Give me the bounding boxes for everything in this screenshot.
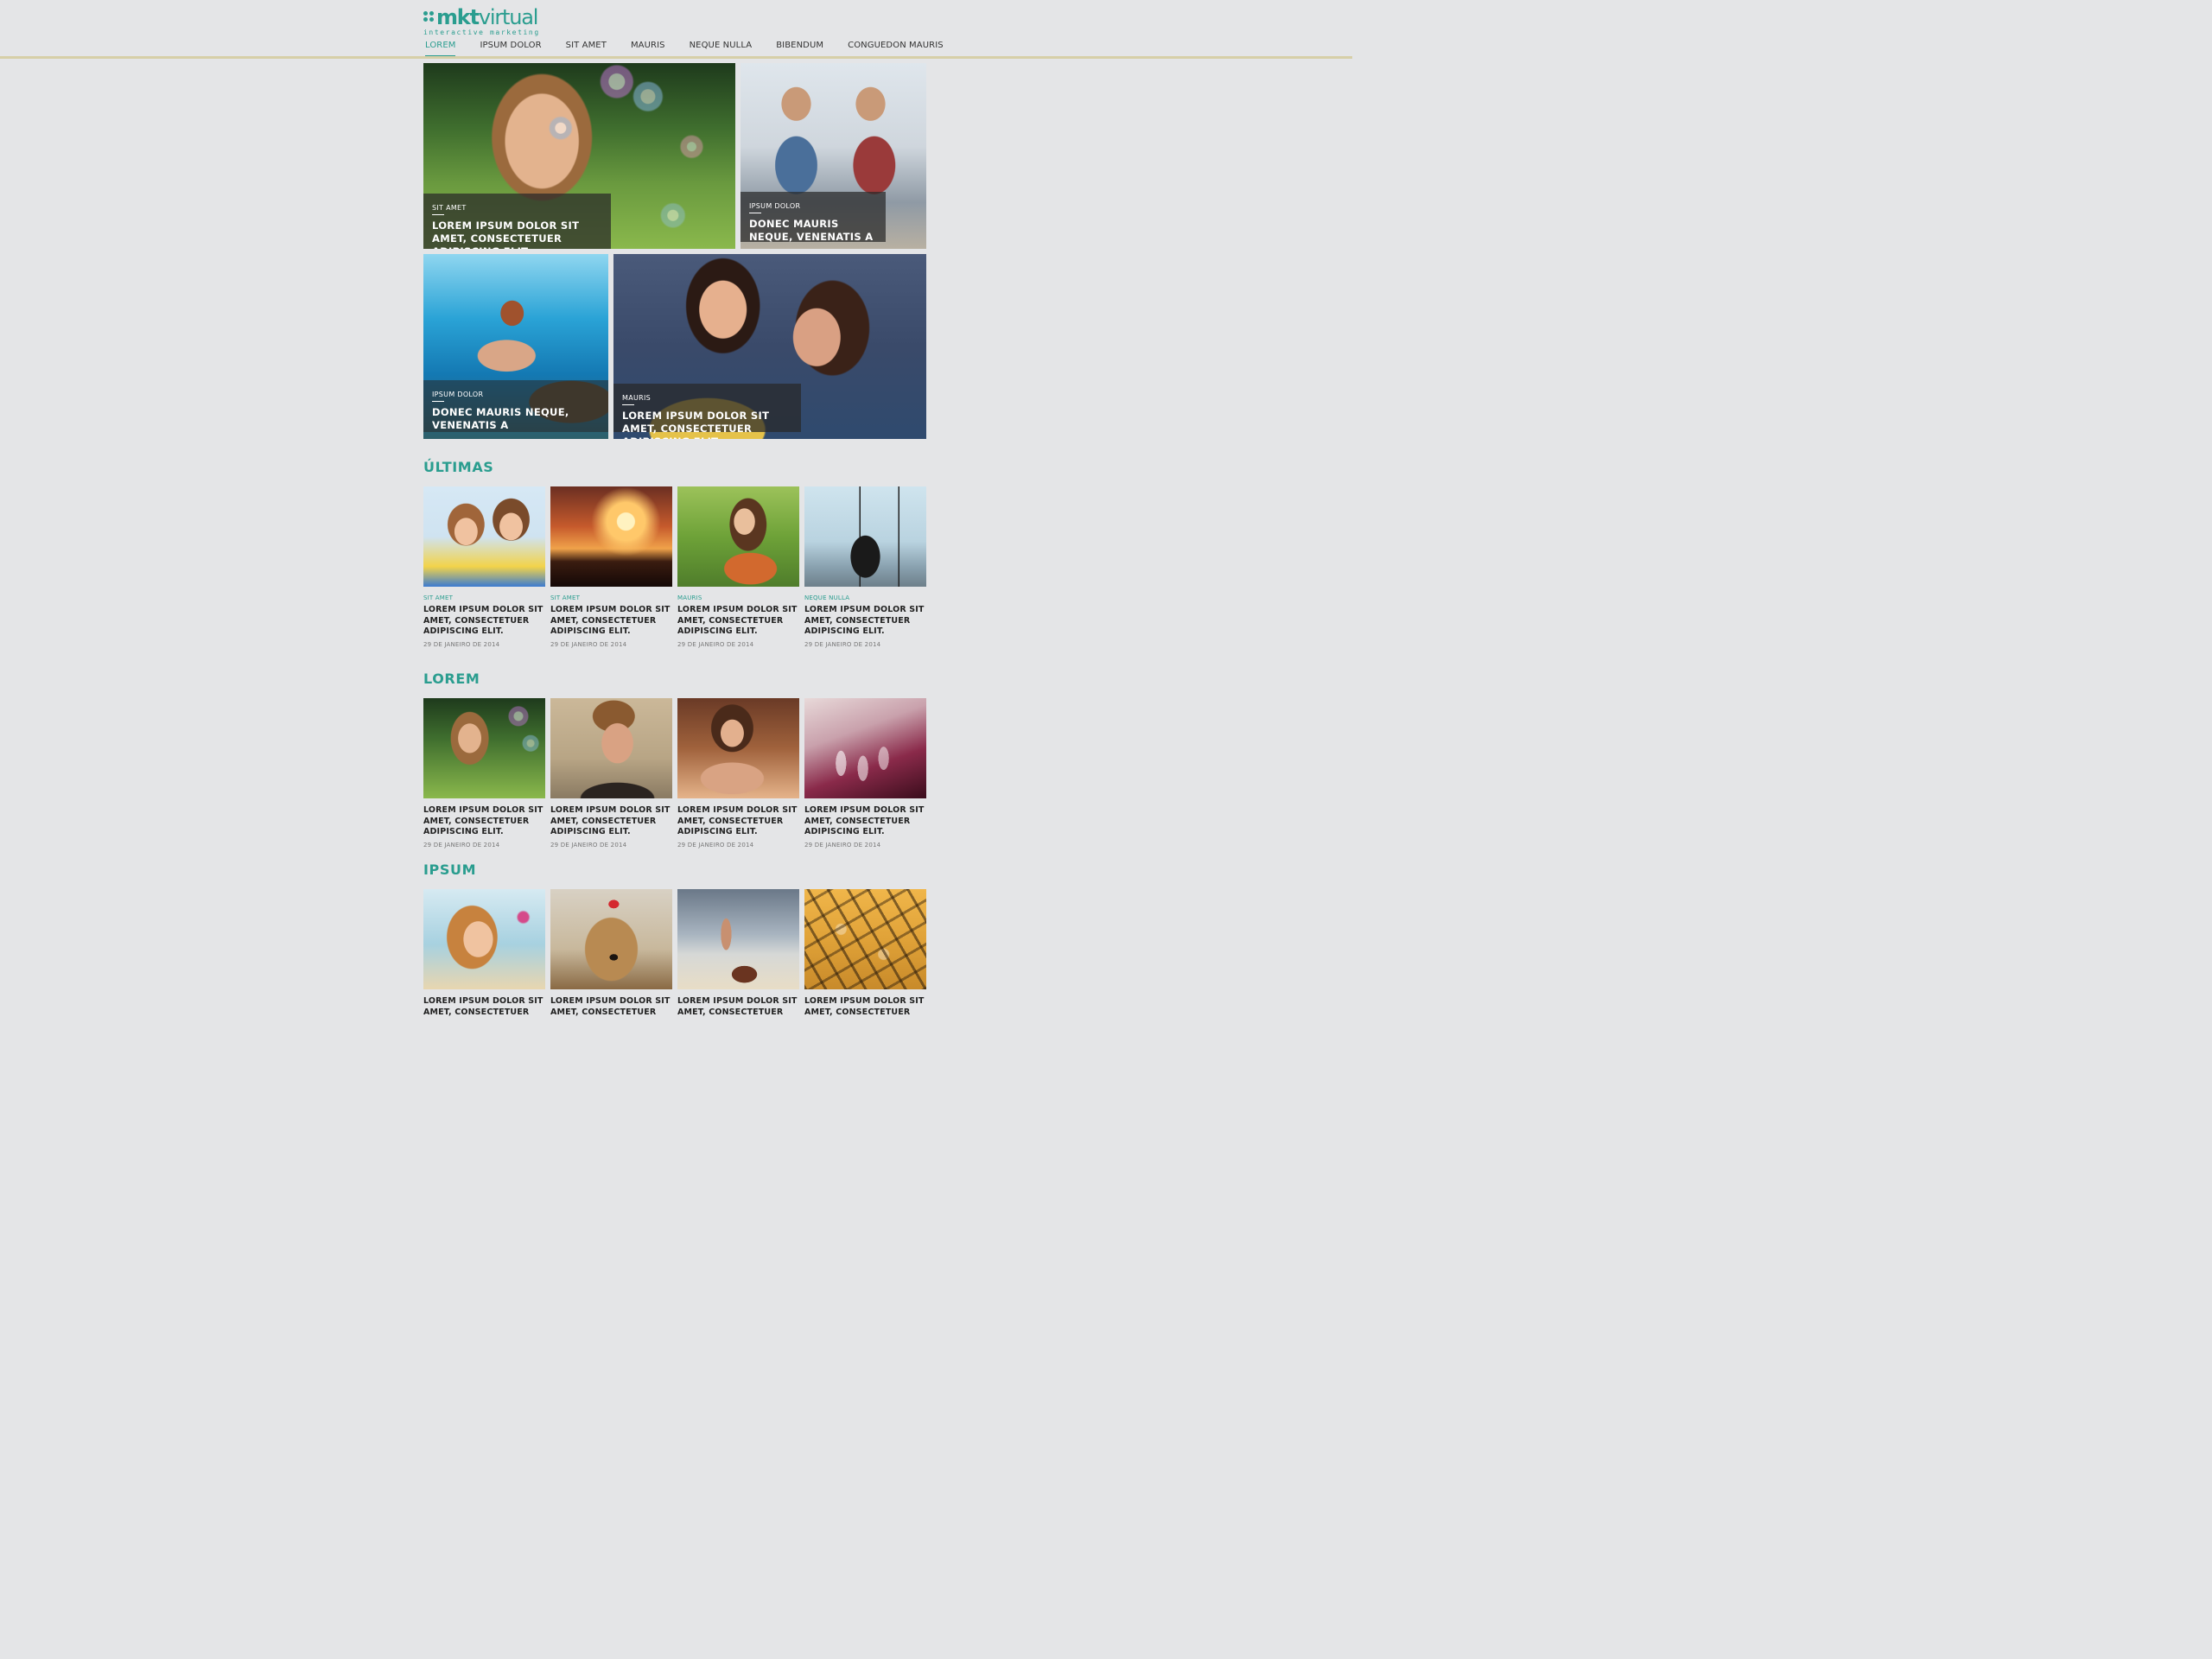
hero-category: IPSUM DOLOR xyxy=(432,391,483,402)
article-title[interactable]: LOREM IPSUM DOLOR SIT AMET, CONSECTETUER… xyxy=(804,805,926,838)
hero-title: LOREM IPSUM DOLOR SIT AMET, CONSECTETUER… xyxy=(622,410,770,439)
logo-tagline: interactive marketing xyxy=(423,29,540,36)
nav-item-lorem[interactable]: LOREM xyxy=(425,41,456,58)
logo-dots-icon xyxy=(423,11,435,22)
article-thumbnail xyxy=(677,486,799,587)
article-category[interactable]: SIT AMET xyxy=(423,594,545,601)
hero-feature-1[interactable]: SIT AMET LOREM IPSUM DOLOR SIT AMET, CON… xyxy=(423,63,735,249)
hero-caption: MAURIS LOREM IPSUM DOLOR SIT AMET, CONSE… xyxy=(613,384,801,439)
hero-caption: IPSUM DOLOR DONEC MAURIS NEQUE, VENENATI… xyxy=(741,192,886,243)
logo-wordmark: mktvirtual xyxy=(436,5,538,29)
article-date: 29 DE JANEIRO DE 2014 xyxy=(550,640,627,648)
article-thumbnail xyxy=(423,486,545,587)
hero-title: DONEC MAURIS NEQUE, VENENATIS A xyxy=(432,406,569,431)
hero-feature-2[interactable]: IPSUM DOLOR DONEC MAURIS NEQUE, VENENATI… xyxy=(741,63,926,249)
article-date: 29 DE JANEIRO DE 2014 xyxy=(550,841,627,849)
article-card[interactable]: SIT AMET LOREM IPSUM DOLOR SIT AMET, CON… xyxy=(550,486,672,648)
section-title-ultimas[interactable]: ÚLTIMAS xyxy=(423,459,493,475)
article-title[interactable]: LOREM IPSUM DOLOR SIT AMET, CONSECTETUER… xyxy=(677,605,799,638)
hero-category: IPSUM DOLOR xyxy=(749,202,800,213)
article-card[interactable]: LOREM IPSUM DOLOR SIT AMET, CONSECTETUER xyxy=(804,889,926,1018)
nav-item-conguedon-mauris[interactable]: CONGUEDON MAURIS xyxy=(848,41,944,58)
article-thumbnail xyxy=(423,889,545,989)
hero-caption: SIT AMET LOREM IPSUM DOLOR SIT AMET, CON… xyxy=(423,194,611,249)
article-category[interactable]: MAURIS xyxy=(677,594,799,601)
hero-title: DONEC MAURIS NEQUE, VENENATIS A xyxy=(749,218,874,243)
article-card[interactable]: NEQUE NULLA LOREM IPSUM DOLOR SIT AMET, … xyxy=(804,486,926,648)
hero-caption: IPSUM DOLOR DONEC MAURIS NEQUE, VENENATI… xyxy=(423,380,608,432)
nav-item-mauris[interactable]: MAURIS xyxy=(631,41,665,58)
article-date: 29 DE JANEIRO DE 2014 xyxy=(423,841,500,849)
article-title[interactable]: LOREM IPSUM DOLOR SIT AMET, CONSECTETUER xyxy=(423,996,545,1018)
article-title[interactable]: LOREM IPSUM DOLOR SIT AMET, CONSECTETUER… xyxy=(550,605,672,638)
article-title[interactable]: LOREM IPSUM DOLOR SIT AMET, CONSECTETUER… xyxy=(804,605,926,638)
article-date: 29 DE JANEIRO DE 2014 xyxy=(677,640,754,648)
article-thumbnail xyxy=(550,698,672,798)
article-title[interactable]: LOREM IPSUM DOLOR SIT AMET, CONSECTETUER xyxy=(804,996,926,1018)
article-card[interactable]: LOREM IPSUM DOLOR SIT AMET, CONSECTETUER xyxy=(677,889,799,1018)
article-thumbnail xyxy=(550,889,672,989)
hero-feature-4[interactable]: MAURIS LOREM IPSUM DOLOR SIT AMET, CONSE… xyxy=(613,254,926,439)
article-title[interactable]: LOREM IPSUM DOLOR SIT AMET, CONSECTETUER… xyxy=(677,805,799,838)
article-category[interactable]: NEQUE NULLA xyxy=(804,594,926,601)
nav-item-neque-nulla[interactable]: NEQUE NULLA xyxy=(690,41,753,58)
article-card[interactable]: LOREM IPSUM DOLOR SIT AMET, CONSECTETUER… xyxy=(423,698,545,849)
hero-feature-3[interactable]: IPSUM DOLOR DONEC MAURIS NEQUE, VENENATI… xyxy=(423,254,608,439)
article-title[interactable]: LOREM IPSUM DOLOR SIT AMET, CONSECTETUER… xyxy=(423,805,545,838)
article-date: 29 DE JANEIRO DE 2014 xyxy=(804,841,881,849)
article-date: 29 DE JANEIRO DE 2014 xyxy=(804,640,881,648)
nav-item-ipsum-dolor[interactable]: IPSUM DOLOR xyxy=(480,41,541,58)
section-title-ipsum[interactable]: IPSUM xyxy=(423,861,476,878)
article-thumbnail xyxy=(423,698,545,798)
article-card[interactable]: LOREM IPSUM DOLOR SIT AMET, CONSECTETUER… xyxy=(550,698,672,849)
article-thumbnail xyxy=(804,889,926,989)
logo[interactable]: mktvirtual interactive marketing xyxy=(423,7,540,36)
article-title[interactable]: LOREM IPSUM DOLOR SIT AMET, CONSECTETUER… xyxy=(550,805,672,838)
article-card[interactable]: MAURIS LOREM IPSUM DOLOR SIT AMET, CONSE… xyxy=(677,486,799,648)
article-date: 29 DE JANEIRO DE 2014 xyxy=(423,640,500,648)
main-nav: LOREM IPSUM DOLOR SIT AMET MAURIS NEQUE … xyxy=(425,41,968,58)
article-thumbnail xyxy=(550,486,672,587)
section-title-lorem[interactable]: LOREM xyxy=(423,671,480,687)
nav-divider xyxy=(0,56,1352,59)
article-card[interactable]: SIT AMET LOREM IPSUM DOLOR SIT AMET, CON… xyxy=(423,486,545,648)
article-card[interactable]: LOREM IPSUM DOLOR SIT AMET, CONSECTETUER xyxy=(550,889,672,1018)
article-thumbnail xyxy=(677,698,799,798)
article-card[interactable]: LOREM IPSUM DOLOR SIT AMET, CONSECTETUER… xyxy=(677,698,799,849)
article-thumbnail xyxy=(804,486,926,587)
hero-title: LOREM IPSUM DOLOR SIT AMET, CONSECTETUER… xyxy=(432,219,580,249)
nav-item-sit-amet[interactable]: SIT AMET xyxy=(566,41,607,58)
article-card[interactable]: LOREM IPSUM DOLOR SIT AMET, CONSECTETUER… xyxy=(804,698,926,849)
article-title[interactable]: LOREM IPSUM DOLOR SIT AMET, CONSECTETUER… xyxy=(423,605,545,638)
article-date: 29 DE JANEIRO DE 2014 xyxy=(677,841,754,849)
hero-category: MAURIS xyxy=(622,394,651,405)
article-title[interactable]: LOREM IPSUM DOLOR SIT AMET, CONSECTETUER xyxy=(677,996,799,1018)
hero-category: SIT AMET xyxy=(432,204,467,215)
article-thumbnail xyxy=(804,698,926,798)
article-title[interactable]: LOREM IPSUM DOLOR SIT AMET, CONSECTETUER xyxy=(550,996,672,1018)
article-category[interactable]: SIT AMET xyxy=(550,594,672,601)
article-thumbnail xyxy=(677,889,799,989)
nav-item-bibendum[interactable]: BIBENDUM xyxy=(776,41,823,58)
article-card[interactable]: LOREM IPSUM DOLOR SIT AMET, CONSECTETUER xyxy=(423,889,545,1018)
